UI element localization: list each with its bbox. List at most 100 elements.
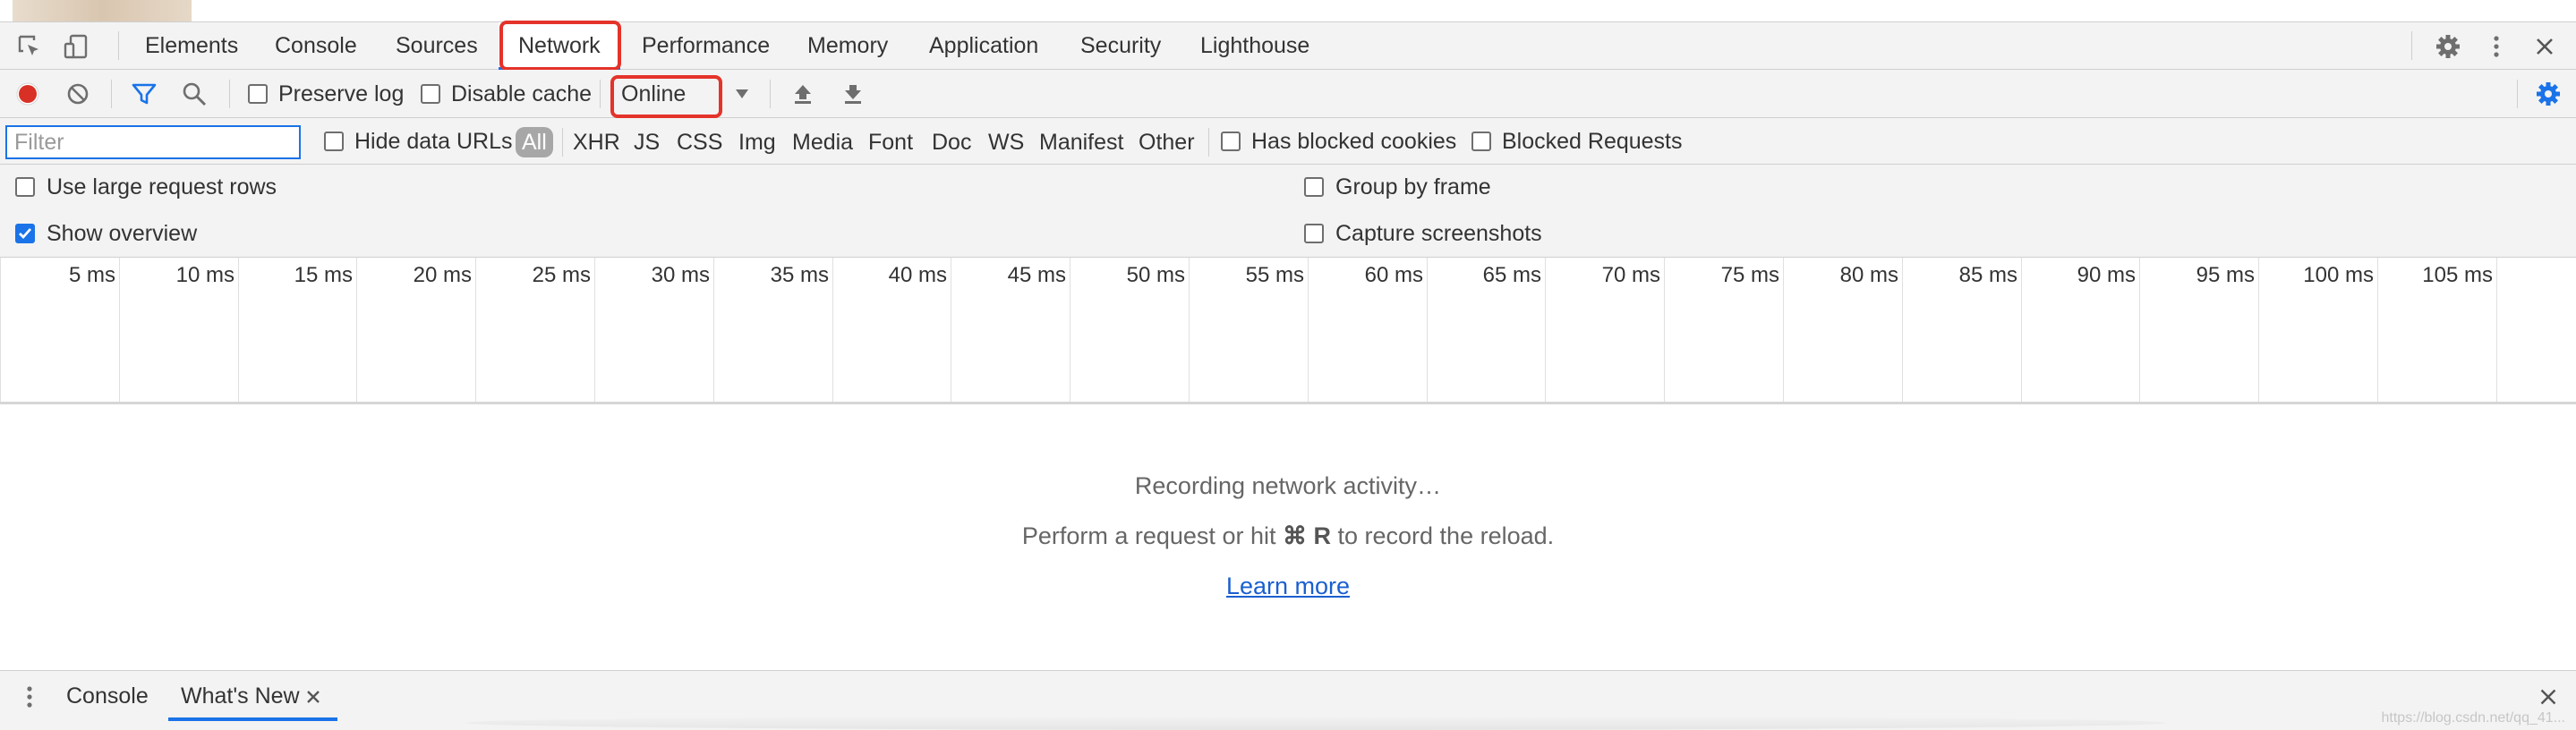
hide-data-urls-checkbox[interactable] [324, 132, 344, 151]
filter-input[interactable] [5, 125, 301, 159]
tab-application[interactable]: Application [909, 22, 1058, 70]
record-icon[interactable] [13, 79, 43, 109]
tab-elements[interactable]: Elements [125, 22, 258, 70]
capture-screenshots-label: Capture screenshots [1335, 221, 1542, 246]
timeline-tick-label: 100 ms [2303, 263, 2374, 287]
tab-lighthouse[interactable]: Lighthouse [1181, 22, 1329, 70]
timeline-tick-label: 55 ms [1245, 263, 1304, 287]
timeline-tick-label: 75 ms [1720, 263, 1779, 287]
timeline-tick-label: 25 ms [532, 263, 591, 287]
toolbar-divider [600, 80, 601, 108]
search-icon[interactable] [179, 79, 209, 109]
filter-type-ws[interactable]: WS [988, 127, 1024, 157]
timeline-tick-label: 45 ms [1007, 263, 1066, 287]
learn-more-link[interactable]: Learn more [1226, 573, 1350, 599]
timeline-gridline [594, 258, 595, 402]
timeline-gridline [1308, 258, 1309, 402]
timeline-gridline [1902, 258, 1903, 402]
drawer-tab-console[interactable]: Console [66, 676, 149, 716]
timeline-tick-label: 5 ms [68, 263, 115, 287]
timeline-gridline [119, 258, 120, 402]
group-by-frame-checkbox[interactable] [1304, 177, 1324, 197]
timeline-tick-label: 65 ms [1482, 263, 1541, 287]
preserve-log-checkbox[interactable] [248, 84, 268, 104]
timeline-tick-label: 90 ms [2077, 263, 2136, 287]
filter-type-img[interactable]: Img [738, 127, 776, 157]
timeline-gridline [1189, 258, 1190, 402]
show-overview-checkbox[interactable] [15, 224, 35, 243]
blocked-requests-checkbox[interactable] [1471, 132, 1491, 151]
throttling-dropdown-arrow-icon[interactable] [727, 79, 757, 109]
disable-cache-checkbox[interactable] [421, 84, 440, 104]
timeline-gridline [1664, 258, 1665, 402]
timeline-gridline [1427, 258, 1428, 402]
filter-type-font[interactable]: Font [868, 127, 913, 157]
toolbar-divider [229, 80, 230, 108]
clear-icon[interactable] [63, 79, 93, 109]
reload-hint: Perform a request or hit ⌘ R to record t… [0, 522, 2576, 550]
tab-security[interactable]: Security [1061, 22, 1181, 70]
overview-timeline[interactable]: 5 ms 10 ms 15 ms 20 ms 25 ms 30 ms 35 ms 40 ms 4… [0, 258, 2576, 404]
timeline-gridline [2258, 258, 2259, 402]
timeline-gridline [238, 258, 239, 402]
inspect-element-icon[interactable] [14, 31, 45, 62]
network-settings-pane: Use large request rows Show overview Gro… [0, 165, 2576, 258]
drawer-tab-whats-new[interactable]: What's New [168, 676, 337, 721]
page-preview-image [13, 0, 192, 21]
drawer-menu-icon[interactable] [14, 682, 45, 712]
watermark: https://blog.csdn.net/qq_41... [2381, 710, 2565, 726]
timeline-gridline [475, 258, 476, 402]
timeline-tick-label: 110 [2504, 263, 2576, 288]
toolbar-divider [111, 80, 112, 108]
filter-type-css[interactable]: CSS [677, 127, 722, 157]
timeline-gridline [832, 258, 833, 402]
close-drawer-icon[interactable] [2533, 682, 2563, 712]
filter-type-manifest[interactable]: Manifest [1039, 127, 1123, 157]
timeline-tick-label: 85 ms [1958, 263, 2017, 287]
recording-status: Recording network activity… [1134, 472, 1442, 499]
timeline-tick-label: 30 ms [651, 263, 710, 287]
settings-gear-icon[interactable] [2433, 31, 2463, 62]
blocked-requests-label: Blocked Requests [1502, 129, 1683, 154]
filter-type-xhr[interactable]: XHR [573, 127, 620, 157]
filter-type-other[interactable]: Other [1139, 127, 1195, 157]
filter-type-js[interactable]: JS [634, 127, 660, 157]
import-har-icon[interactable] [788, 79, 818, 109]
filter-type-media[interactable]: Media [792, 127, 853, 157]
timeline-tick-label: 10 ms [175, 263, 235, 287]
large-rows-label: Use large request rows [47, 174, 277, 199]
network-tab-highlight [499, 21, 621, 71]
tab-memory[interactable]: Memory [788, 22, 908, 70]
timeline-tick-label: 95 ms [2196, 263, 2255, 287]
has-blocked-cookies-checkbox[interactable] [1221, 132, 1241, 151]
capture-screenshots-checkbox[interactable] [1304, 224, 1324, 243]
filter-type-doc[interactable]: Doc [932, 127, 971, 157]
more-options-icon[interactable] [2481, 31, 2512, 62]
timeline-gridline [2377, 258, 2378, 402]
device-toolbar-icon[interactable] [61, 31, 91, 62]
timeline-gridline [713, 258, 714, 402]
tab-console[interactable]: Console [255, 22, 377, 70]
timeline-tick-label: 20 ms [413, 263, 472, 287]
large-rows-checkbox[interactable] [15, 177, 35, 197]
has-blocked-cookies-label: Has blocked cookies [1251, 129, 1457, 154]
toolbar-divider [118, 31, 119, 60]
page-preview-strip [0, 0, 2576, 21]
filter-funnel-icon[interactable] [129, 79, 159, 109]
hide-data-urls-label: Hide data URLs [354, 129, 513, 154]
timeline-gridline [1783, 258, 1784, 402]
toolbar-divider [562, 128, 563, 157]
close-devtools-icon[interactable] [2529, 31, 2560, 62]
toolbar-divider [1208, 128, 1209, 157]
timeline-gridline [0, 258, 1, 402]
timeline-gridline [2021, 258, 2022, 402]
timeline-gridline [2496, 258, 2497, 402]
export-har-icon[interactable] [838, 79, 868, 109]
tab-performance[interactable]: Performance [622, 22, 789, 70]
tab-sources[interactable]: Sources [376, 22, 498, 70]
network-settings-gear-icon[interactable] [2533, 79, 2563, 109]
filter-type-all[interactable]: All [516, 127, 553, 157]
timeline-gridline [1545, 258, 1546, 402]
timeline-tick-label: 70 ms [1601, 263, 1660, 287]
close-whats-new-icon[interactable] [301, 682, 326, 712]
